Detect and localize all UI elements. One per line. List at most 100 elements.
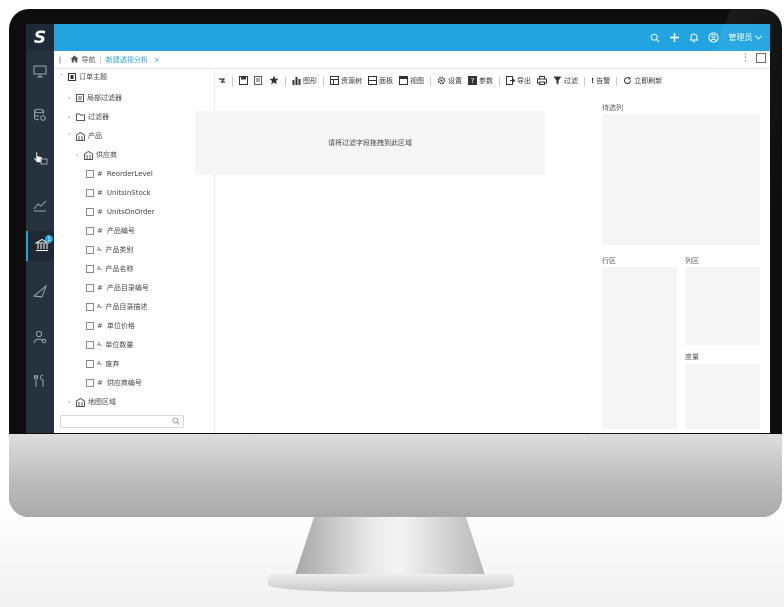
field-checkbox[interactable] — [86, 170, 94, 178]
search-icon[interactable] — [650, 33, 660, 43]
tree-field[interactable]: Aₐ 废弃 — [86, 358, 119, 370]
close-icon[interactable]: × — [154, 56, 160, 64]
field-checkbox[interactable] — [86, 284, 94, 292]
params-button[interactable]: ? 参数 — [468, 75, 493, 87]
numeric-field-icon: # — [97, 322, 103, 330]
tree-node[interactable]: › 供应商 — [76, 149, 117, 161]
more-vertical-icon[interactable]: ⋮ — [741, 53, 750, 63]
tree-field[interactable]: # UnitsOnOrder — [86, 206, 155, 218]
field-checkbox[interactable] — [86, 379, 94, 387]
table-icon — [76, 397, 85, 407]
tree-field[interactable]: Aₐ 单位数量 — [86, 339, 133, 351]
chart-button-label: 图形 — [303, 77, 317, 85]
app-logo[interactable]: S — [26, 24, 54, 51]
measures-drop-zone[interactable] — [685, 364, 760, 429]
tree-field[interactable]: # 产品编号 — [86, 225, 135, 237]
field-checkbox[interactable] — [86, 341, 94, 349]
admin-menu[interactable]: 管理员 — [728, 32, 762, 43]
resource-tree-button[interactable]: 资源树 — [330, 75, 362, 87]
tree-field[interactable]: # ReorderLevel — [86, 168, 153, 180]
chevron-down-icon[interactable]: ˅ — [68, 133, 76, 140]
save-as-button[interactable] — [254, 75, 263, 87]
favorite-button[interactable] — [269, 75, 279, 87]
view-button[interactable]: 视图 — [399, 75, 424, 87]
undo-button[interactable] — [218, 76, 226, 87]
field-checkbox[interactable] — [86, 208, 94, 216]
rail-database[interactable] — [26, 101, 54, 131]
tab-new-pivot[interactable]: 新建透视分析 — [106, 55, 148, 65]
refresh-button[interactable]: 立即刷新 — [623, 76, 662, 87]
rail-tools[interactable] — [26, 367, 54, 397]
numeric-field-icon: # — [97, 208, 103, 216]
rows-drop-zone[interactable] — [602, 267, 677, 429]
tree-node[interactable]: ˅ 订单主题 — [60, 71, 107, 83]
tree-field[interactable]: # UnitsInStock — [86, 187, 151, 199]
subject-icon — [68, 73, 76, 81]
filter-drop-zone[interactable]: 请将过滤字段拖拽到此区域 — [195, 111, 545, 175]
rail-monitor[interactable] — [26, 57, 54, 87]
rail-report[interactable]: 1 — [26, 231, 56, 261]
maximize-icon[interactable] — [756, 53, 766, 63]
tools-icon — [33, 373, 47, 392]
folder-icon — [76, 113, 85, 121]
field-checkbox[interactable] — [86, 189, 94, 197]
search-icon[interactable] — [172, 417, 180, 427]
tree-field[interactable]: Aₐ 产品目录描述 — [86, 301, 147, 313]
cols-label: 列区 — [685, 257, 699, 265]
bell-icon[interactable] — [689, 32, 699, 43]
tree-field[interactable]: # 单位价格 — [86, 320, 135, 332]
admin-label: 管理员 — [728, 33, 753, 42]
field-checkbox[interactable] — [86, 360, 94, 368]
tree-field-label: 供应商编号 — [106, 379, 142, 387]
tree-node[interactable]: › 局部过滤器 — [68, 92, 122, 104]
field-checkbox[interactable] — [86, 303, 94, 311]
rail-send[interactable] — [26, 277, 54, 307]
tree-node-label: 订单主题 — [79, 73, 107, 81]
chevron-right-icon[interactable]: › — [68, 114, 76, 121]
params-label: 参数 — [479, 77, 493, 85]
alert-button[interactable]: ! 告警 — [591, 76, 610, 86]
tree-field[interactable]: # 供应商编号 — [86, 377, 142, 389]
toolbar-separator — [323, 76, 324, 86]
chart-button[interactable]: 图形 — [292, 76, 317, 87]
home-icon — [70, 55, 79, 65]
tree-node-label: 局部过滤器 — [87, 94, 122, 102]
field-checkbox[interactable] — [86, 227, 94, 235]
chevron-right-icon[interactable]: › — [68, 399, 76, 406]
field-checkbox[interactable] — [86, 322, 94, 330]
tree-node[interactable]: ˅ 产品 — [68, 130, 102, 142]
tree-search-input[interactable] — [60, 415, 184, 428]
settings-button[interactable]: 设置 — [437, 76, 462, 87]
field-checkbox[interactable] — [86, 246, 94, 254]
tree-node[interactable]: › 地图区域 — [68, 396, 116, 408]
export-button[interactable]: 导出 — [506, 75, 531, 87]
text-field-icon: Aₐ — [97, 342, 102, 348]
chevron-right-icon[interactable]: › — [76, 152, 84, 159]
chevron-right-icon[interactable]: › — [68, 95, 76, 102]
rows-label: 行区 — [602, 257, 616, 265]
chevron-down-icon[interactable]: ˅ — [60, 74, 68, 81]
tree-field[interactable]: # 产品目录编号 — [86, 282, 149, 294]
printer-icon — [537, 75, 547, 87]
candidates-drop-zone[interactable] — [602, 114, 760, 245]
filter-button[interactable]: 过滤 — [553, 76, 578, 87]
refresh-label: 立即刷新 — [634, 77, 663, 85]
screen: S 管理员 1 ‖ 导航 | 新建透视分析 × ⋮ ˅ 订单主题 › 局部过滤器… — [26, 24, 770, 433]
rail-user[interactable] — [26, 323, 54, 353]
add-icon[interactable] — [669, 32, 680, 43]
toolbar-separator — [616, 76, 618, 86]
tree-field[interactable]: Aₐ 产品名称 — [86, 263, 133, 275]
tree-field[interactable]: Aₐ 产品类别 — [86, 244, 133, 256]
avatar-icon[interactable] — [708, 32, 720, 43]
field-checkbox[interactable] — [86, 265, 94, 273]
tree-node[interactable]: › 过滤器 — [68, 111, 109, 123]
resource-tree: ˅ 订单主题 › 局部过滤器 › 过滤器 ˅ 产品 › 供应商 # Reorde… — [54, 69, 215, 433]
grip-icon[interactable]: ‖ — [58, 56, 62, 64]
print-button[interactable] — [537, 75, 547, 87]
save-button[interactable] — [239, 75, 248, 87]
tab-home[interactable]: 导航 — [70, 55, 96, 65]
rail-data-model[interactable] — [26, 145, 54, 175]
panel-button[interactable]: 面板 — [368, 75, 393, 87]
rail-analysis[interactable] — [26, 191, 54, 221]
cols-drop-zone[interactable] — [685, 267, 760, 345]
